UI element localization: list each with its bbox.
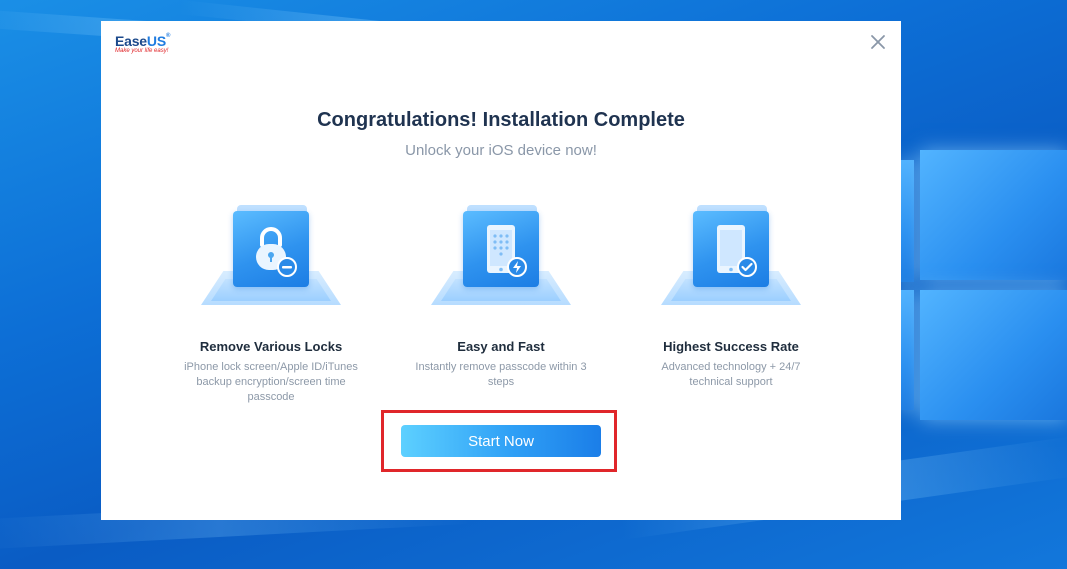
illustration-cube <box>233 211 309 287</box>
logo-brand-accent: US <box>146 33 166 49</box>
feature-title: Highest Success Rate <box>663 339 799 354</box>
feature-remove-locks: Remove Various Locks iPhone lock screen/… <box>171 203 371 405</box>
windows-logo-pane <box>920 150 1067 280</box>
feature-success-rate: Highest Success Rate Advanced technology… <box>631 203 831 390</box>
logo-wordmark: EaseUS® <box>115 33 170 49</box>
windows-logo-pane <box>900 160 914 282</box>
logo-brand-dark: Ease <box>115 33 147 49</box>
feature-easy-fast: Easy and Fast Instantly remove passcode … <box>401 203 601 390</box>
logo-registered-mark: ® <box>165 33 171 39</box>
close-button[interactable] <box>867 31 889 53</box>
feature-description: Instantly remove passcode within 3 steps <box>415 361 587 388</box>
illustration-cube <box>463 211 539 287</box>
feature-title: Remove Various Locks <box>199 339 343 354</box>
windows-logo-pane <box>900 290 914 410</box>
illustration-cube <box>693 211 769 287</box>
feature-list: Remove Various Locks iPhone lock screen/… <box>101 203 901 413</box>
phone-check-icon <box>717 225 757 277</box>
dialog-subtitle: Unlock your iOS device now! <box>405 142 597 159</box>
windows-logo <box>900 150 1067 420</box>
installer-dialog: EaseUS® Make your life easy! Congratulat… <box>101 21 901 520</box>
feature-illustration <box>661 203 801 315</box>
start-now-button[interactable]: Start Now <box>401 425 601 457</box>
easeus-logo: EaseUS® Make your life easy! <box>115 33 170 54</box>
logo-tagline: Make your life easy! <box>115 48 169 54</box>
close-icon <box>871 35 885 49</box>
feature-title: Easy and Fast <box>457 339 545 354</box>
feature-illustration <box>201 203 341 315</box>
dialog-title: Congratulations! Installation Complete <box>317 109 685 131</box>
feature-description: iPhone lock screen/Apple ID/iTunes backu… <box>184 361 358 403</box>
phone-keypad-bolt-icon <box>487 225 527 277</box>
lock-minus-icon <box>256 227 297 277</box>
feature-description: Advanced technology + 24/7 technical sup… <box>661 361 801 388</box>
feature-illustration <box>431 203 571 315</box>
windows-logo-pane <box>920 290 1067 420</box>
